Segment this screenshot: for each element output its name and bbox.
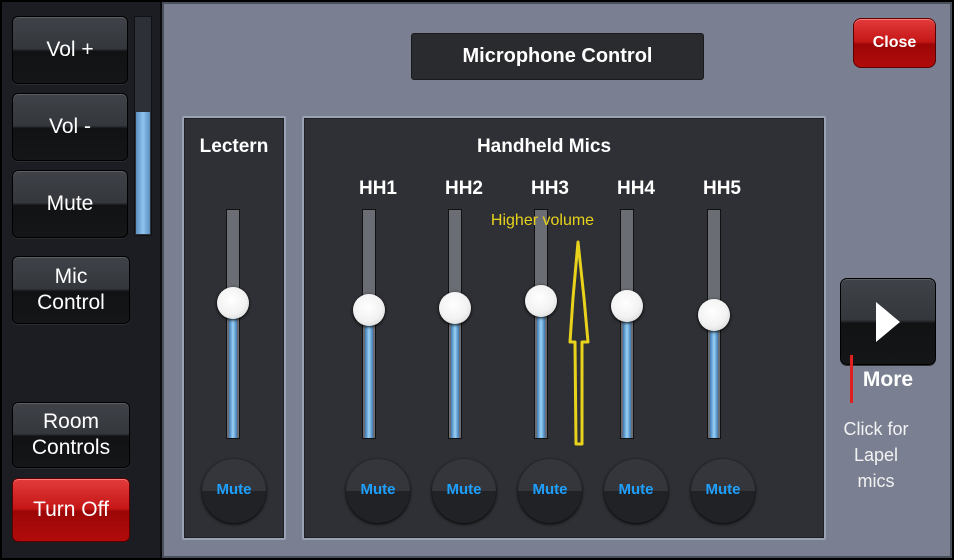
up-arrow-annotation-icon xyxy=(568,240,590,446)
volume-up-label: Vol + xyxy=(46,38,94,61)
hh4-mute-button[interactable]: Mute xyxy=(604,459,668,523)
room-controls-button[interactable]: Room Controls xyxy=(12,402,130,468)
mic-control-label: Mic Control xyxy=(37,265,105,314)
hh2-mute-button[interactable]: Mute xyxy=(432,459,496,523)
hh3-fader-track[interactable] xyxy=(534,209,548,439)
more-label: More xyxy=(862,368,914,391)
hh3-label: HH3 xyxy=(530,178,569,199)
lectern-title: Lectern xyxy=(199,136,269,157)
lectern-fader-knob[interactable] xyxy=(217,287,249,319)
hh3-mute-button[interactable]: Mute xyxy=(518,459,582,523)
hh2-fader-knob[interactable] xyxy=(439,292,471,324)
hh5-fader-knob[interactable] xyxy=(698,299,730,331)
hh4-fader-track[interactable] xyxy=(620,209,634,439)
hh5-label: HH5 xyxy=(702,178,741,199)
hh3-mute-label: Mute xyxy=(532,481,568,498)
volume-up-button[interactable]: Vol + xyxy=(12,16,128,84)
lectern-fader-track[interactable] xyxy=(226,209,240,439)
lectern-fader-level xyxy=(229,302,237,438)
hh1-label: HH1 xyxy=(358,178,397,199)
hh1-mute-button[interactable]: Mute xyxy=(346,459,410,523)
lectern-mute-label: Mute xyxy=(216,481,252,498)
hh5-mute-label: Mute xyxy=(705,481,741,498)
lapel-mics-note: Click for Lapel mics xyxy=(843,419,909,491)
hh2-mute-label: Mute xyxy=(446,481,482,498)
hh2-fader-track[interactable] xyxy=(448,209,462,439)
hh1-mute-label: Mute xyxy=(360,481,396,498)
mic-control-button[interactable]: Mic Control xyxy=(12,256,130,324)
mute-label: Mute xyxy=(46,192,94,215)
master-volume-fill xyxy=(136,112,150,234)
hh4-label: HH4 xyxy=(616,178,655,199)
room-controls-label: Room Controls xyxy=(31,410,111,459)
close-label: Close xyxy=(872,34,917,51)
mute-button[interactable]: Mute xyxy=(12,170,128,238)
handheld-title: Handheld Mics xyxy=(476,136,612,157)
volume-down-label: Vol - xyxy=(48,115,92,138)
page-title: Microphone Control xyxy=(411,33,704,80)
hh1-fader-knob[interactable] xyxy=(353,294,385,326)
lectern-mute-button[interactable]: Mute xyxy=(202,459,266,523)
hh4-mute-label: Mute xyxy=(618,481,654,498)
turn-off-button[interactable]: Turn Off xyxy=(12,478,130,542)
master-volume-bar xyxy=(134,16,152,236)
hh5-mute-button[interactable]: Mute xyxy=(691,459,755,523)
volume-down-button[interactable]: Vol - xyxy=(12,93,128,161)
close-button[interactable]: Close xyxy=(853,18,936,68)
hh4-fader-knob[interactable] xyxy=(611,290,643,322)
turn-off-label: Turn Off xyxy=(33,498,109,521)
higher-volume-annotation: Higher volume xyxy=(490,212,595,229)
play-arrow-icon xyxy=(876,301,900,342)
hh2-label: HH2 xyxy=(444,178,483,199)
hh3-fader-knob[interactable] xyxy=(525,285,557,317)
more-button[interactable] xyxy=(840,278,936,365)
